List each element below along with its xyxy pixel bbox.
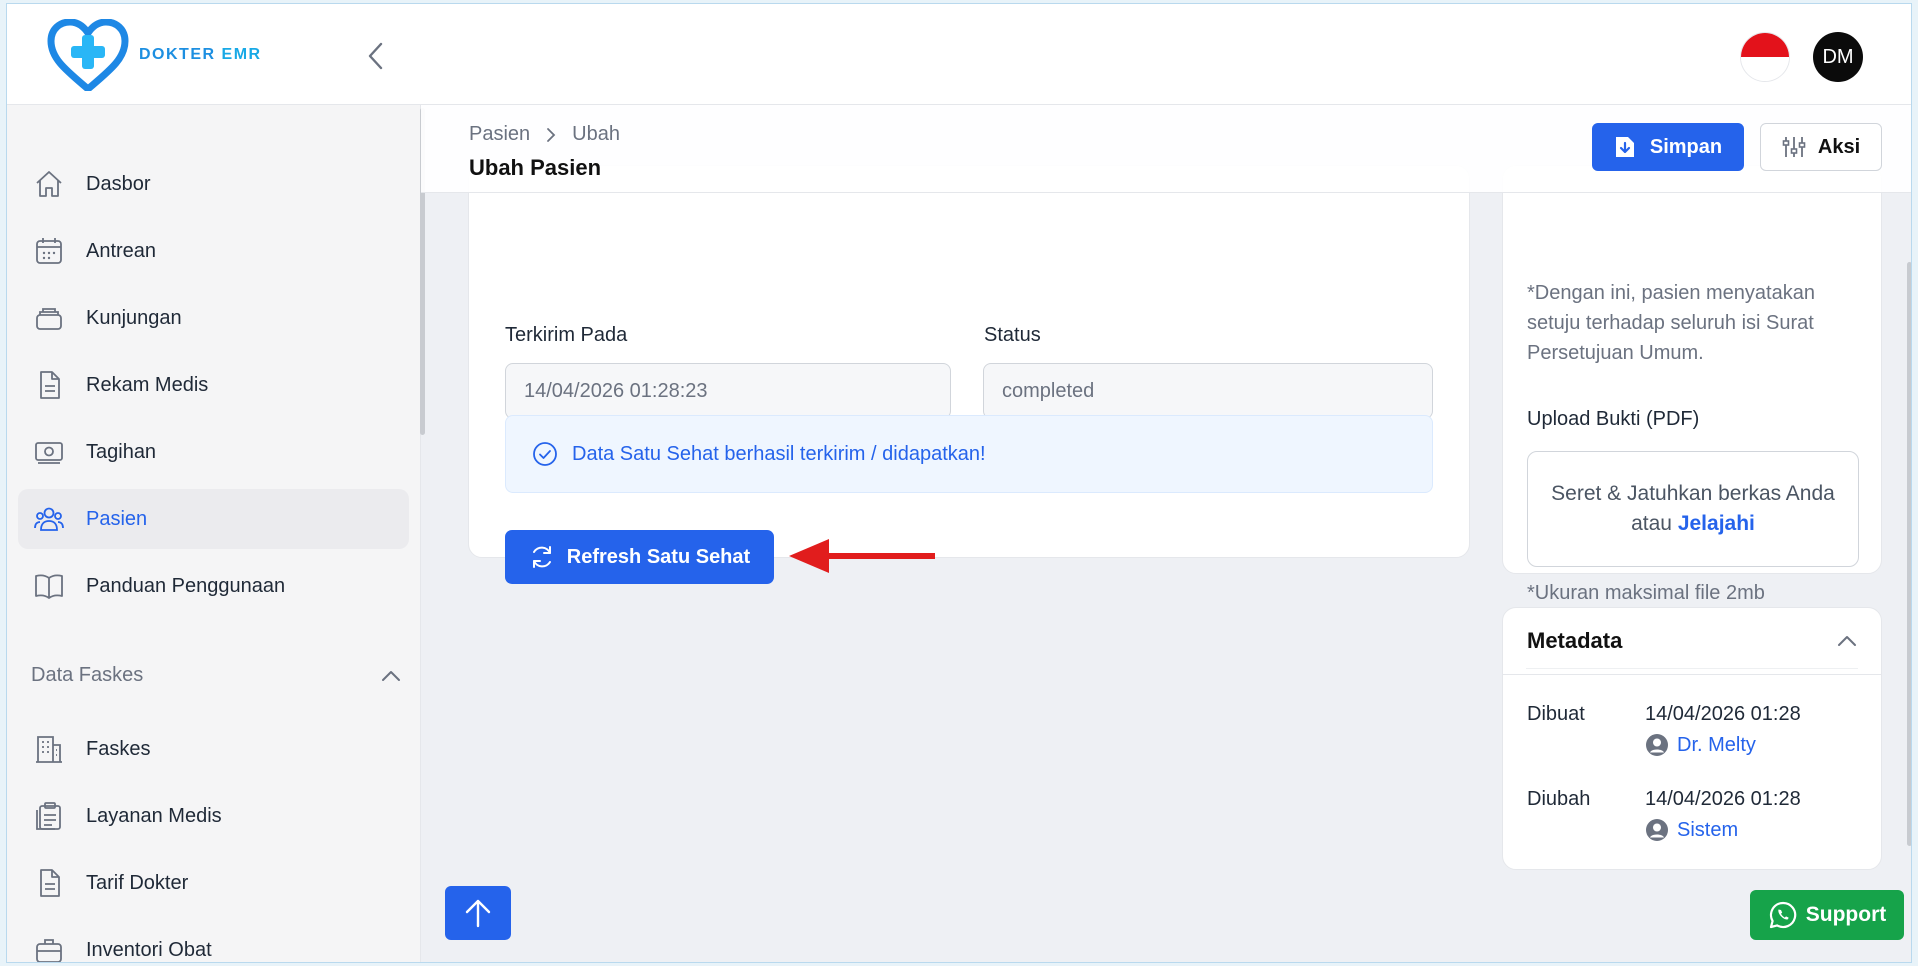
sidebar-item-inventori-obat[interactable]: Inventori Obat xyxy=(18,920,409,962)
upload-note: *Ukuran maksimal file 2mb xyxy=(1527,582,1765,604)
check-circle-icon xyxy=(532,441,558,467)
sidebar-item-label: Dasbor xyxy=(86,172,151,195)
save-button[interactable]: Simpan xyxy=(1592,123,1744,171)
updated-date: 14/04/2026 01:28 xyxy=(1645,788,1801,810)
app-window: DOKTER EMR DM Dasbor Antrean Kunjungan R… xyxy=(6,3,1912,963)
updated-by-name: Sistem xyxy=(1677,818,1739,841)
main-content: Pasien Ubah Ubah Pasien Simpan Aksi Terk… xyxy=(421,105,1911,962)
download-file-icon xyxy=(1614,135,1636,159)
metadata-title: Metadata xyxy=(1527,628,1623,653)
page-title: Ubah Pasien xyxy=(469,155,602,180)
chevron-up-icon xyxy=(382,670,400,681)
document-icon xyxy=(32,866,66,900)
aksi-button[interactable]: Aksi xyxy=(1760,123,1882,171)
browse-link[interactable]: Jelajahi xyxy=(1678,512,1755,535)
sidebar-item-label: Antrean xyxy=(86,239,157,262)
sidebar-collapse-button[interactable] xyxy=(362,41,388,71)
cash-icon xyxy=(32,435,66,469)
sidebar-item-label: Rekam Medis xyxy=(86,373,209,396)
main-scrollbar[interactable] xyxy=(1907,262,1911,846)
app-header: DOKTER EMR DM xyxy=(7,4,1911,105)
updated-by[interactable]: Sistem xyxy=(1645,818,1738,842)
sidebar-item-label: Inventori Obat xyxy=(86,938,212,961)
refresh-satusehat-button[interactable]: Refresh Satu Sehat xyxy=(505,530,774,584)
sidebar-item-pasien[interactable]: Pasien xyxy=(18,489,409,549)
chevron-left-icon xyxy=(368,42,383,70)
building-icon xyxy=(32,732,66,766)
sidebar-item-label: Tarif Dokter xyxy=(86,871,189,894)
sidebar-item-panduan[interactable]: Panduan Penggunaan xyxy=(18,556,409,616)
clipboard-icon xyxy=(32,799,66,833)
breadcrumb-ubah: Ubah xyxy=(572,123,620,145)
status-label: Status xyxy=(984,324,1041,346)
alert-text: Data Satu Sehat berhasil terkirim / dida… xyxy=(572,442,986,465)
sidebar-section-data-faskes[interactable]: Data Faskes xyxy=(31,664,401,687)
sidebar-item-rekam-medis[interactable]: Rekam Medis xyxy=(18,355,409,415)
user-circle-icon xyxy=(1645,818,1669,842)
sidebar-item-dasbor[interactable]: Dasbor xyxy=(18,154,409,214)
satusehat-card: Terkirim Pada 14/04/2026 01:28:23 Status… xyxy=(468,165,1470,584)
sidebar-item-tagihan[interactable]: Tagihan xyxy=(18,422,409,482)
sidebar-item-label: Tagihan xyxy=(86,440,157,463)
sidebar-item-faskes[interactable]: Faskes xyxy=(18,719,409,779)
status-field[interactable]: completed xyxy=(983,363,1433,419)
metadata-divider xyxy=(1526,668,1858,669)
created-by[interactable]: Dr. Melty xyxy=(1645,733,1756,757)
page-header: Pasien Ubah Ubah Pasien Simpan Aksi xyxy=(421,105,1911,193)
created-label: Dibuat xyxy=(1527,703,1585,725)
whatsapp-icon xyxy=(1768,900,1798,930)
sidebar-item-label: Pasien xyxy=(86,507,148,530)
sidebar-item-label: Panduan Penggunaan xyxy=(86,574,286,597)
sidebar-item-kunjungan[interactable]: Kunjungan xyxy=(18,288,409,348)
briefcase-icon xyxy=(32,933,66,962)
created-date: 14/04/2026 01:28 xyxy=(1645,703,1801,725)
chevron-up-icon[interactable] xyxy=(1837,635,1857,647)
sidebar-item-antrean[interactable]: Antrean xyxy=(18,221,409,281)
support-button[interactable]: Support xyxy=(1750,890,1904,940)
section-title-label: Data Faskes xyxy=(31,664,144,686)
users-icon xyxy=(32,502,66,536)
sidebar-item-layanan-medis[interactable]: Layanan Medis xyxy=(18,786,409,846)
language-flag-button[interactable] xyxy=(1740,32,1790,82)
sliders-icon xyxy=(1782,135,1806,159)
book-icon xyxy=(32,569,66,603)
scroll-to-top-button[interactable] xyxy=(445,886,511,940)
heart-cross-logo-icon xyxy=(47,19,129,91)
metadata-card: Metadata Dibuat 14/04/2026 01:28 Dr. Mel… xyxy=(1502,607,1882,870)
sidebar: Dasbor Antrean Kunjungan Rekam Medis Tag… xyxy=(7,105,421,962)
file-dropzone[interactable]: Seret & Jatuhkan berkas Anda atau Jelaja… xyxy=(1527,451,1859,567)
consent-card: *Dengan ini, pasien menyatakan setuju te… xyxy=(1502,165,1882,604)
layers-icon xyxy=(32,301,66,335)
upload-label: Upload Bukti (PDF) xyxy=(1527,408,1700,430)
breadcrumb-pasien[interactable]: Pasien xyxy=(469,123,530,146)
sent-at-field[interactable]: 14/04/2026 01:28:23 xyxy=(505,363,951,419)
consent-text: *Dengan ini, pasien menyatakan setuju te… xyxy=(1527,282,1815,364)
save-label: Simpan xyxy=(1649,135,1723,158)
home-icon xyxy=(32,167,66,201)
sidebar-item-label: Faskes xyxy=(86,737,151,760)
sidebar-item-label: Layanan Medis xyxy=(86,804,222,827)
document-icon xyxy=(32,368,66,402)
logo-text: DOKTER EMR xyxy=(139,46,262,63)
red-arrow-annotation-icon xyxy=(789,539,935,573)
sidebar-item-tarif-dokter[interactable]: Tarif Dokter xyxy=(18,853,409,913)
success-alert: Data Satu Sehat berhasil terkirim / dida… xyxy=(505,415,1433,493)
refresh-label: Refresh Satu Sehat xyxy=(566,545,751,568)
updated-label: Diubah xyxy=(1527,788,1591,810)
breadcrumb: Pasien Ubah xyxy=(469,123,620,146)
metadata-header[interactable]: Metadata xyxy=(1503,608,1881,675)
created-by-name: Dr. Melty xyxy=(1677,733,1756,756)
sidebar-item-label: Kunjungan xyxy=(86,306,182,329)
support-label: Support xyxy=(1805,903,1887,926)
arrow-up-icon xyxy=(465,899,491,928)
user-circle-icon xyxy=(1645,733,1669,757)
sent-at-label: Terkirim Pada xyxy=(505,324,628,346)
logo[interactable]: DOKTER EMR xyxy=(47,19,262,91)
user-avatar[interactable]: DM xyxy=(1813,32,1863,82)
chevron-right-icon xyxy=(546,127,556,143)
calendar-icon xyxy=(32,234,66,268)
refresh-icon xyxy=(529,544,555,570)
aksi-label: Aksi xyxy=(1817,135,1861,158)
